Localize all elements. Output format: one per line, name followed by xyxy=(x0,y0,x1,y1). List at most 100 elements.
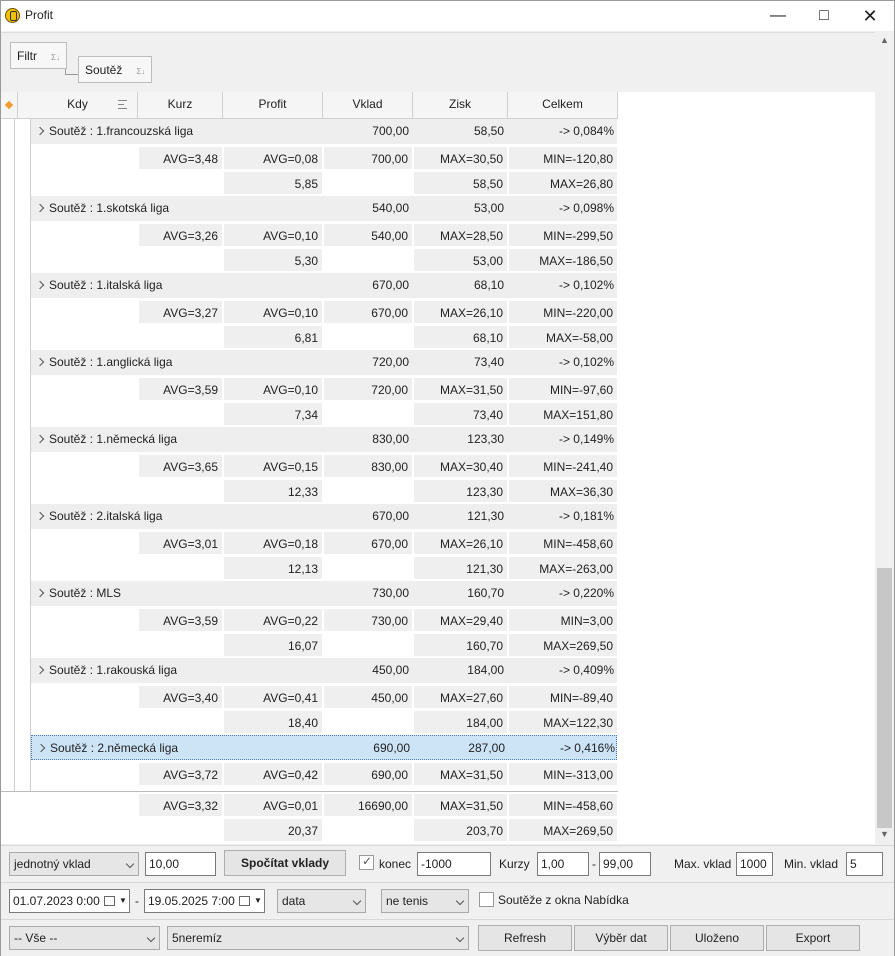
filter-all-select[interactable]: -- Vše -- xyxy=(9,926,160,950)
data-grid[interactable]: Kdy Kurz Profit Vklad Zisk Celkem Soutěž… xyxy=(1,92,875,844)
column-label: Kdy xyxy=(67,97,88,111)
calendar-icon[interactable] xyxy=(239,896,250,906)
group-label: Soutěž : 1.anglická liga xyxy=(49,355,173,369)
konec-checkbox[interactable]: ✓ xyxy=(359,854,374,870)
date-from-input[interactable]: 01.07.2023 0:00 ▼ xyxy=(9,889,130,913)
nabidka-label: Soutěže z okna Nabídka xyxy=(498,893,629,907)
maximize-icon[interactable]: □ xyxy=(801,1,847,31)
summary-profit-cell: 12,33 xyxy=(223,479,323,503)
column-header-celkem[interactable]: Celkem xyxy=(508,92,618,119)
chevron-right-icon[interactable] xyxy=(35,203,45,213)
column-header-profit[interactable]: Profit xyxy=(223,92,323,119)
summary-profit-cell: AVG=0,18 xyxy=(223,531,323,555)
chevron-right-icon[interactable] xyxy=(35,588,45,598)
group-celkem-value: -> 0,220% xyxy=(558,586,614,600)
min-stake-label: Min. vklad xyxy=(784,857,839,871)
group-vklad-value: 540,00 xyxy=(372,201,409,215)
summary-vklad-cell: 690,00 xyxy=(323,762,413,786)
summary-vklad-cell: 450,00 xyxy=(323,685,413,709)
summary-celkem-cell: MAX=-263,00 xyxy=(508,556,618,580)
scrollbar-thumb[interactable] xyxy=(877,568,892,828)
summary-kurz-cell: AVG=3,48 xyxy=(138,146,223,170)
column-header-zisk[interactable]: Zisk xyxy=(413,92,508,119)
group-label: Soutěž : MLS xyxy=(49,586,122,600)
data-select[interactable]: data xyxy=(277,889,366,913)
group-row[interactable]: Soutěž : 1.skotská liga 540,00 53,00 -> 0,0… xyxy=(31,196,617,221)
scroll-up-icon[interactable]: ▲ xyxy=(880,35,889,45)
strategy-select[interactable]: 5neremíz xyxy=(167,926,469,950)
kurzy-to-input[interactable]: 99,00 xyxy=(599,852,651,876)
scroll-down-icon[interactable]: ▼ xyxy=(880,829,889,839)
summary-kurz-cell: AVG=3,72 xyxy=(138,762,223,786)
vertical-scrollbar[interactable]: ▲ ▼ xyxy=(875,32,894,844)
group-celkem-value: -> 0,181% xyxy=(558,509,614,523)
group-label: Soutěž : 1.rakouská liga xyxy=(49,663,178,677)
group-zisk-value: 73,40 xyxy=(473,355,504,369)
summary-zisk-cell: MAX=30,40 xyxy=(413,454,508,478)
stake-type-select[interactable]: jednotný vklad xyxy=(9,852,139,876)
total-celkem-cell: MIN=-458,60 xyxy=(508,793,618,817)
kurzy-dash: - xyxy=(592,857,596,871)
total-zisk-cell: 203,70 xyxy=(413,818,508,842)
chevron-right-icon[interactable] xyxy=(35,280,45,290)
summary-zisk-cell: 53,00 xyxy=(413,248,508,272)
summary-profit-cell: 5,30 xyxy=(223,248,323,272)
summary-celkem-cell: MIN=-241,40 xyxy=(508,454,618,478)
date-dash: - xyxy=(135,894,139,908)
chevron-right-icon[interactable] xyxy=(35,434,45,444)
chevron-right-icon[interactable] xyxy=(35,126,45,136)
column-header-vklad[interactable]: Vklad xyxy=(323,92,413,119)
ulozeno-button[interactable]: Uloženo xyxy=(670,925,764,951)
group-celkem-value: -> 0,098% xyxy=(558,201,614,215)
group-chip-filtr[interactable]: Filtr Σ↓ xyxy=(10,42,67,69)
chevron-down-icon: ▼ xyxy=(119,896,127,905)
group-chip-label: Filtr xyxy=(17,49,37,63)
summary-vklad-cell: 670,00 xyxy=(323,531,413,555)
group-chip-label: Soutěž xyxy=(85,63,123,77)
group-row[interactable]: Soutěž : 2.italská liga 670,00 121,30 -> 0,… xyxy=(31,504,617,529)
group-row[interactable]: Soutěž : 1.francouzská liga 700,00 58,50 ->… xyxy=(31,119,617,144)
summary-zisk-cell: 68,10 xyxy=(413,325,508,349)
group-row[interactable]: Soutěž : 1.rakouská liga 450,00 184,00 -> 0… xyxy=(31,658,617,683)
sport-select[interactable]: ne tenis xyxy=(381,889,469,913)
group-chip-soutez[interactable]: Soutěž Σ↓ xyxy=(78,56,153,83)
date-to-input[interactable]: 19.05.2025 7:00 ▼ xyxy=(144,889,265,913)
konec-input[interactable]: -1000 xyxy=(417,852,491,876)
calculate-stakes-button[interactable]: Spočítat vklady xyxy=(224,850,346,876)
minimize-icon[interactable]: — xyxy=(755,1,801,31)
summary-kurz-cell: AVG=3,40 xyxy=(138,685,223,709)
group-row[interactable]: Soutěž : 1.německá liga 830,00 123,30 -> 0,… xyxy=(31,427,617,452)
min-stake-input[interactable]: 5 xyxy=(846,852,883,876)
column-header-kurz[interactable]: Kurz xyxy=(138,92,223,119)
export-button[interactable]: Export xyxy=(766,925,860,951)
tree-line xyxy=(14,119,15,791)
summary-kurz-cell: AVG=3,59 xyxy=(138,608,223,632)
vyber-dat-button[interactable]: Výběr dat xyxy=(574,925,668,951)
group-row[interactable]: Soutěž : MLS 730,00 160,70 -> 0,220% xyxy=(31,581,617,606)
column-header-kdy[interactable]: Kdy xyxy=(18,92,138,119)
row-indicator-header[interactable] xyxy=(1,92,18,119)
chevron-right-icon[interactable] xyxy=(35,511,45,521)
action-toolbar: -- Vše -- 5neremíz Refresh Výběr dat Ulo… xyxy=(1,919,894,956)
summary-zisk-cell: MAX=29,40 xyxy=(413,608,508,632)
group-zisk-value: 121,30 xyxy=(467,509,504,523)
group-row[interactable]: Soutěž : 2.německá liga 690,00 287,00 -> 0,… xyxy=(31,735,617,760)
chevron-down-icon xyxy=(146,933,156,943)
max-stake-input[interactable]: 1000 xyxy=(736,852,773,876)
summary-celkem-cell: MIN=-120,80 xyxy=(508,146,618,170)
chevron-right-icon[interactable] xyxy=(35,665,45,675)
group-label: Soutěž : 2.italská liga xyxy=(49,509,163,523)
stake-value-input[interactable]: 10,00 xyxy=(145,852,216,876)
group-row[interactable]: Soutěž : 1.anglická liga 720,00 73,40 -> 0,… xyxy=(31,350,617,375)
kurzy-from-input[interactable]: 1,00 xyxy=(537,852,589,876)
chevron-right-icon[interactable] xyxy=(36,743,46,753)
nabidka-checkbox[interactable] xyxy=(479,892,494,907)
refresh-button[interactable]: Refresh xyxy=(478,925,572,951)
summary-zisk-cell: MAX=26,10 xyxy=(413,531,508,555)
chevron-right-icon[interactable] xyxy=(35,357,45,367)
strategy-value: 5neremíz xyxy=(172,931,223,945)
group-row[interactable]: Soutěž : 1.italská liga 670,00 68,10 -> 0,1… xyxy=(31,273,617,298)
summary-vklad-cell: 700,00 xyxy=(323,146,413,170)
calendar-icon[interactable] xyxy=(104,896,115,906)
close-icon[interactable]: ✕ xyxy=(847,1,893,31)
